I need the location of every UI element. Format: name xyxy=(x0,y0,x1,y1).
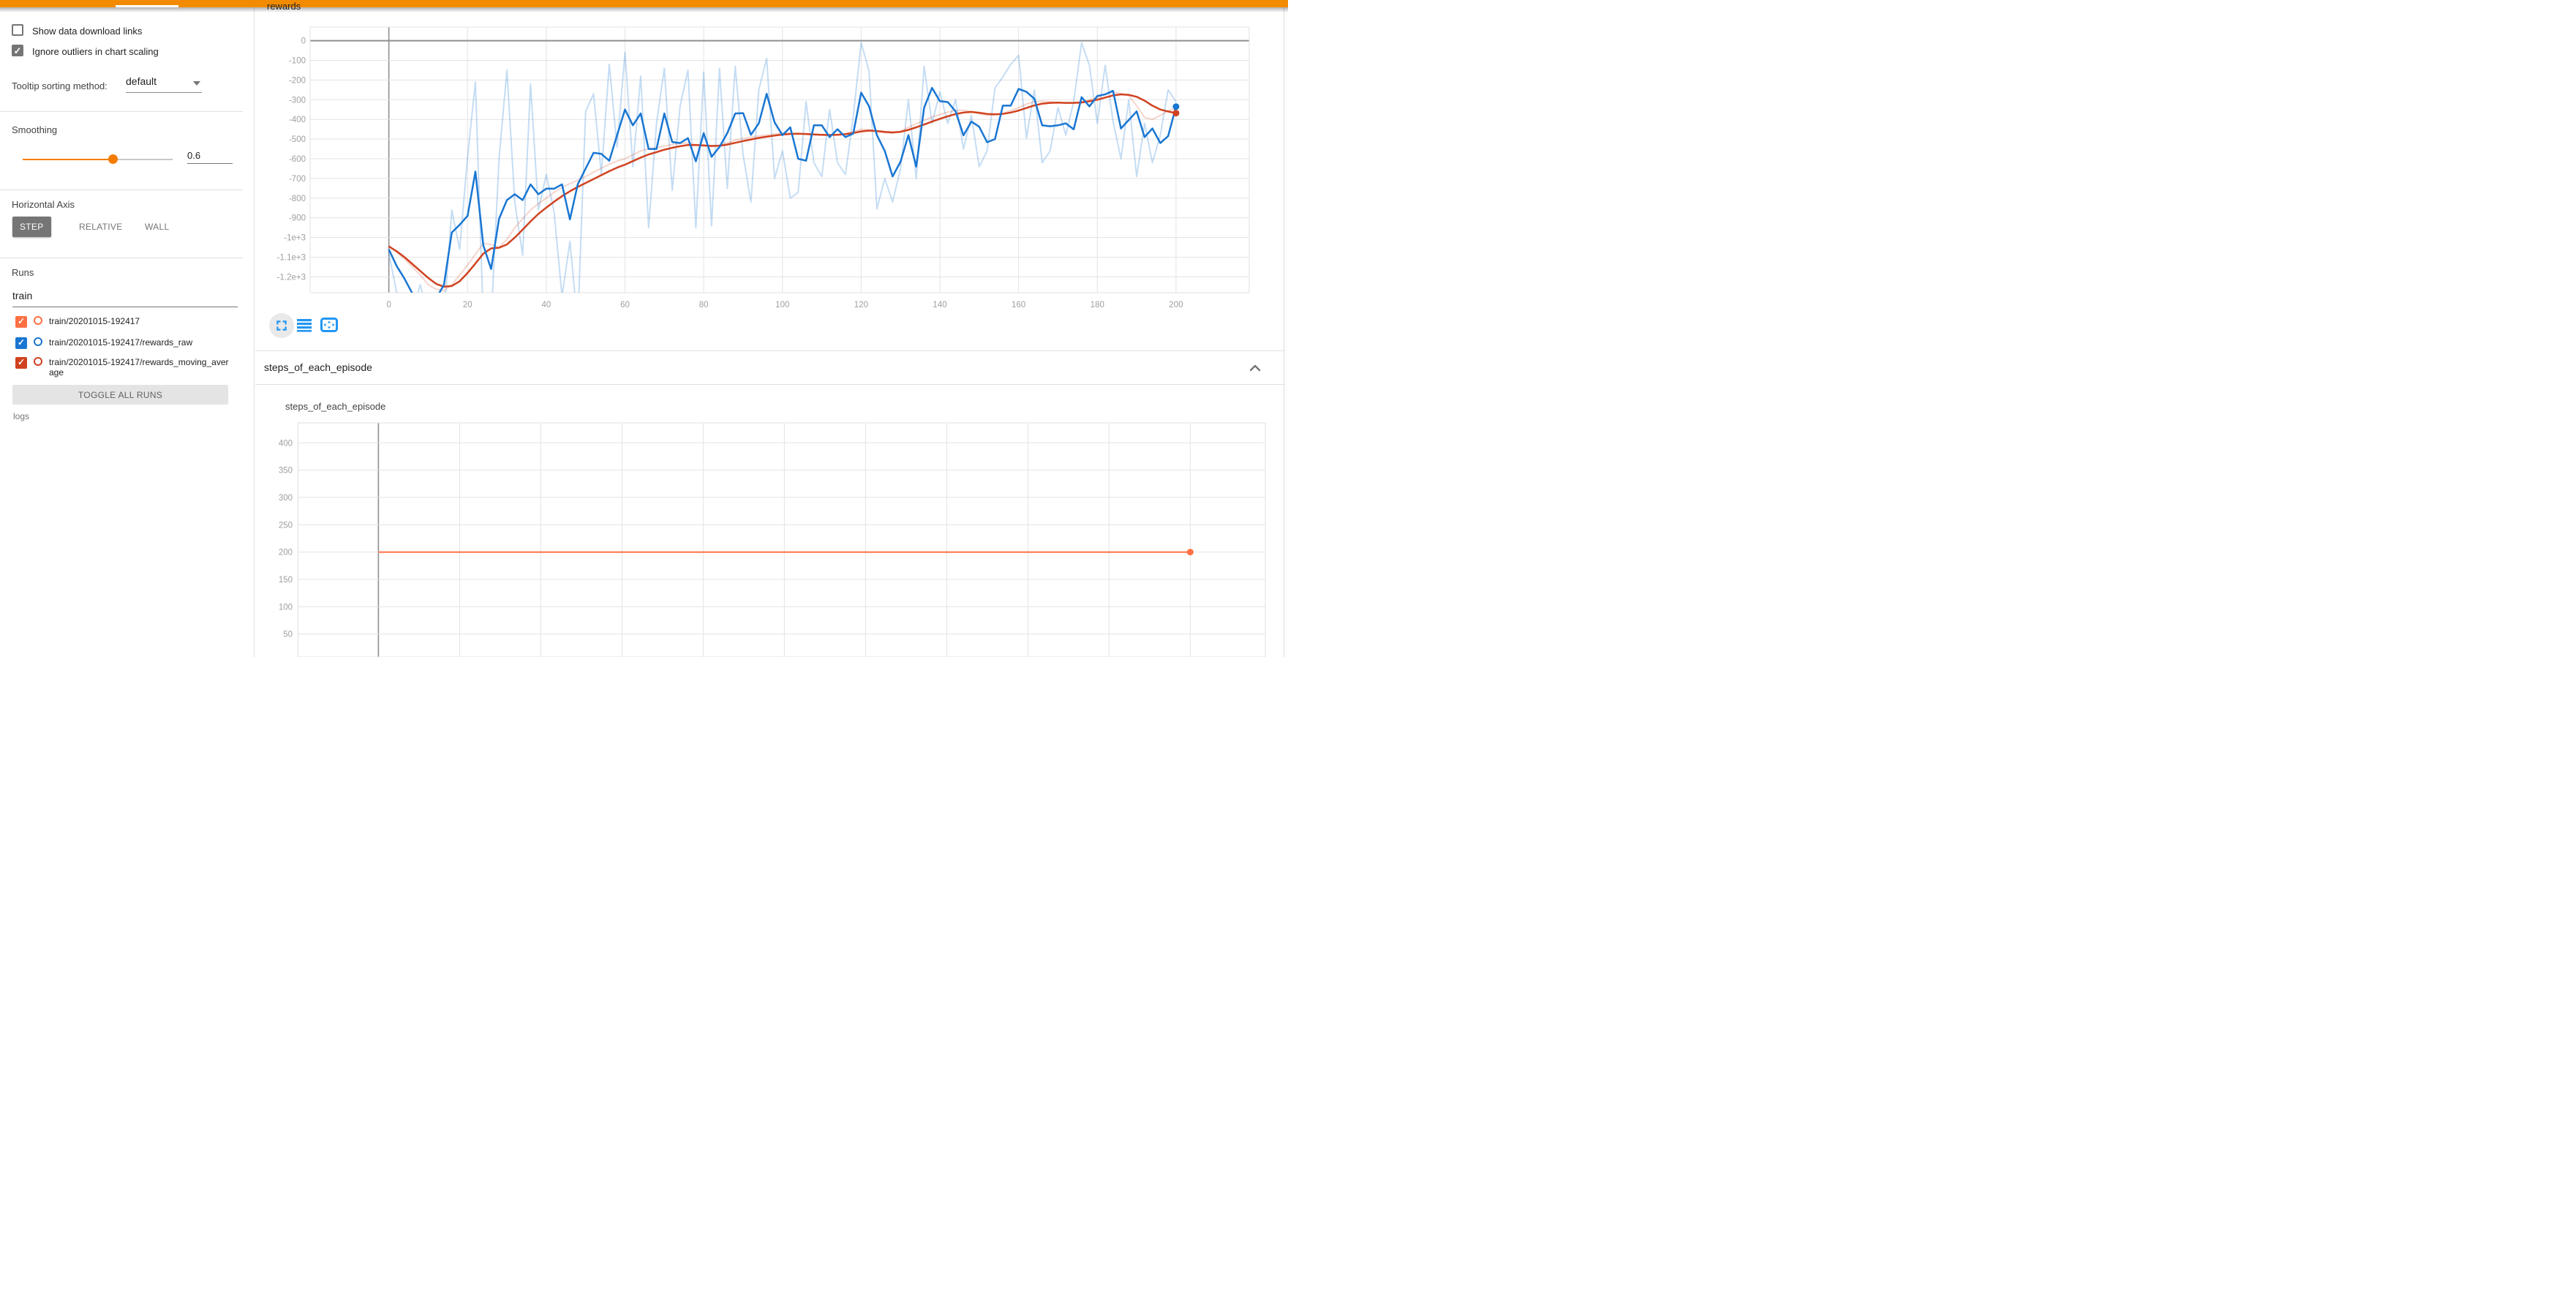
header-shadow xyxy=(0,7,1288,12)
runs-label: Runs xyxy=(12,267,34,278)
svg-text:-200: -200 xyxy=(289,76,306,85)
haxis-relative-button[interactable]: RELATIVE xyxy=(72,217,130,237)
collapse-section-button[interactable] xyxy=(1249,362,1262,374)
run-color-radio[interactable] xyxy=(34,337,42,346)
run-checkbox[interactable]: ✓ xyxy=(15,357,27,369)
svg-text:300: 300 xyxy=(279,494,293,503)
svg-text:150: 150 xyxy=(279,576,293,585)
svg-text:100: 100 xyxy=(775,301,789,309)
divider xyxy=(0,111,243,112)
show-download-links-label: Show data download links xyxy=(32,26,142,37)
svg-text:50: 50 xyxy=(283,631,293,639)
tooltip-sorting-select[interactable]: default xyxy=(126,75,202,93)
rewards-chart-title: rewards xyxy=(267,1,301,12)
haxis-step-button[interactable]: STEP xyxy=(12,217,51,237)
svg-text:180: 180 xyxy=(1091,301,1104,309)
svg-text:-1e+3: -1e+3 xyxy=(284,234,306,243)
fit-domain-button[interactable] xyxy=(320,318,338,332)
fit-to-data-icon xyxy=(322,319,337,331)
svg-text:400: 400 xyxy=(279,439,293,448)
lines-icon xyxy=(297,319,312,332)
chevron-up-icon xyxy=(1251,366,1259,370)
toggle-all-runs-button[interactable]: TOGGLE ALL RUNS xyxy=(12,385,228,405)
ignore-outliers-checkbox[interactable]: ✓ xyxy=(12,45,23,56)
run-color-radio[interactable] xyxy=(34,357,42,366)
fullscreen-button[interactable] xyxy=(269,313,294,338)
svg-text:0: 0 xyxy=(301,37,306,46)
svg-text:80: 80 xyxy=(699,301,709,309)
tooltip-sorting-value: default xyxy=(126,75,157,87)
svg-text:-100: -100 xyxy=(289,56,306,65)
run-checkbox[interactable]: ✓ xyxy=(15,337,27,349)
smoothing-slider-knob[interactable] xyxy=(108,154,118,164)
svg-text:-700: -700 xyxy=(289,175,306,184)
divider xyxy=(0,189,243,190)
rewards-chart[interactable]: 0 -100 -200 -300 -400 -500 -600 -700 -800 -900 -1e… xyxy=(255,7,1273,344)
tooltip-sorting-label: Tooltip sorting method: xyxy=(12,80,108,91)
svg-text:-800: -800 xyxy=(289,195,306,203)
smoothing-value-input[interactable]: 0.6 xyxy=(187,150,233,164)
steps-section-header[interactable]: steps_of_each_episode xyxy=(255,351,1284,385)
horizontal-axis-label: Horizontal Axis xyxy=(12,199,75,210)
svg-text:-500: -500 xyxy=(289,135,306,144)
run-checkbox[interactable]: ✓ xyxy=(15,316,27,328)
chevron-down-icon xyxy=(193,81,200,86)
svg-text:60: 60 xyxy=(620,301,630,309)
runs-filter-input[interactable]: train xyxy=(12,290,32,301)
logdir-label: logs xyxy=(13,411,29,421)
active-tab-indicator xyxy=(116,5,178,7)
svg-text:-600: -600 xyxy=(289,155,306,164)
svg-text:100: 100 xyxy=(279,603,293,612)
svg-text:-1.2e+3: -1.2e+3 xyxy=(277,273,306,282)
svg-text:140: 140 xyxy=(933,301,946,309)
svg-text:40: 40 xyxy=(541,301,551,309)
run-label: train/20201015-192417 xyxy=(49,316,230,326)
run-row[interactable]: ✓ train/20201015-192417 xyxy=(15,316,230,328)
run-color-radio[interactable] xyxy=(34,316,42,325)
svg-text:-400: -400 xyxy=(289,116,306,124)
svg-text:350: 350 xyxy=(279,467,293,476)
run-label: train/20201015-192417/rewards_raw xyxy=(49,337,230,348)
page-scrollbar[interactable] xyxy=(1284,7,1288,657)
smoothing-slider-fill xyxy=(23,159,113,160)
log-scale-button[interactable] xyxy=(297,319,312,332)
settings-sidebar: Show data download links ✓ Ignore outlie… xyxy=(0,7,255,657)
show-download-links-checkbox[interactable] xyxy=(12,24,23,36)
svg-text:-300: -300 xyxy=(289,96,306,105)
svg-text:120: 120 xyxy=(854,301,868,309)
svg-text:0: 0 xyxy=(386,301,391,309)
svg-text:200: 200 xyxy=(279,549,293,557)
run-row[interactable]: ✓ train/20201015-192417/rewards_raw xyxy=(15,337,230,349)
svg-text:-1.1e+3: -1.1e+3 xyxy=(277,254,306,263)
steps-chart[interactable]: 400 350 300 250 200 150 100 50 xyxy=(255,389,1284,657)
svg-text:-900: -900 xyxy=(289,214,306,223)
app-header-bar xyxy=(0,0,1288,7)
run-row[interactable]: ✓ train/20201015-192417/rewards_moving_av… xyxy=(15,357,230,378)
run-label: train/20201015-192417/rewards_moving_ave… xyxy=(49,357,230,378)
haxis-wall-button[interactable]: WALL xyxy=(138,217,176,237)
fullscreen-icon xyxy=(275,319,288,332)
svg-text:250: 250 xyxy=(279,521,293,530)
svg-text:200: 200 xyxy=(1169,301,1183,309)
ignore-outliers-label: Ignore outliers in chart scaling xyxy=(32,46,159,57)
svg-text:160: 160 xyxy=(1012,301,1025,309)
steps-section-title: steps_of_each_episode xyxy=(264,361,372,373)
svg-text:20: 20 xyxy=(463,301,472,309)
smoothing-label: Smoothing xyxy=(12,124,57,135)
